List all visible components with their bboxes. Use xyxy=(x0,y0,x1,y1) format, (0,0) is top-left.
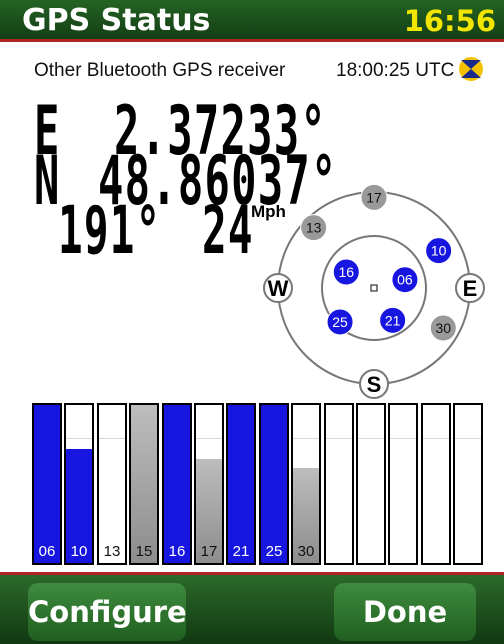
receiver-name: Other Bluetooth GPS receiver xyxy=(34,60,286,81)
signal-reference-line xyxy=(358,438,384,439)
signal-bar-17: 17 xyxy=(194,403,224,565)
page-title: GPS Status xyxy=(22,3,211,38)
bottom-bar: Configure Done xyxy=(0,572,504,644)
signal-bar-label: 06 xyxy=(38,543,56,560)
satellite-label-16: 16 xyxy=(338,264,354,280)
signal-bar-06: 06 xyxy=(32,403,62,565)
signal-fill xyxy=(34,405,60,563)
signal-bar-21: 21 xyxy=(226,403,256,565)
signal-reference-line xyxy=(390,438,416,439)
satellite-label-06: 06 xyxy=(397,272,413,288)
satellite-label-10: 10 xyxy=(431,243,447,259)
title-bar: GPS Status 16:56 xyxy=(0,0,504,42)
heading-value: 191° xyxy=(58,192,162,269)
signal-reference-line xyxy=(293,438,319,439)
signal-bar-empty xyxy=(324,403,354,565)
signal-bar-label: 10 xyxy=(70,543,88,560)
satellite-label-30: 30 xyxy=(435,320,451,336)
signal-reference-line xyxy=(326,438,352,439)
signal-bar-label: 13 xyxy=(103,543,121,560)
signal-fill xyxy=(131,405,157,563)
signal-reference-line xyxy=(455,438,481,439)
signal-bar-empty xyxy=(421,403,451,565)
signal-bar-label: 15 xyxy=(135,543,153,560)
signal-reference-line xyxy=(196,438,222,439)
sky-plot: W E S 17 13 10 16 06 21 25 30 xyxy=(258,166,504,402)
speed-value: 24 xyxy=(202,192,254,269)
sky-plot-svg: W E S 17 13 10 16 06 21 25 30 xyxy=(263,183,485,399)
signal-bar-16: 16 xyxy=(162,403,192,565)
signal-reference-line xyxy=(423,438,449,439)
signal-bar-label: 30 xyxy=(297,543,315,560)
done-button[interactable]: Done xyxy=(334,583,476,641)
satellite-label-13: 13 xyxy=(306,220,322,236)
signal-reference-line xyxy=(99,438,125,439)
signal-fill xyxy=(164,405,190,563)
signal-bar-empty xyxy=(388,403,418,565)
signal-fill xyxy=(228,405,254,563)
signal-bar-label: 17 xyxy=(200,543,218,560)
signal-bar-label: 21 xyxy=(232,543,250,560)
signal-bar-30: 30 xyxy=(291,403,321,565)
sky-center-marker xyxy=(370,284,378,292)
utc-time: 18:00:25 UTC xyxy=(336,60,455,81)
satellite-label-17: 17 xyxy=(366,189,382,205)
signal-strength-bars: 06 10 13 15 16 17 21 25 30 xyxy=(32,403,484,567)
signal-bar-13: 13 xyxy=(97,403,127,565)
compass-label-e: E xyxy=(463,276,478,301)
configure-button[interactable]: Configure xyxy=(28,583,187,641)
signal-fill xyxy=(261,405,287,563)
latitude-direction: N xyxy=(34,142,61,221)
signal-bar-empty xyxy=(356,403,386,565)
satellite-label-25: 25 xyxy=(332,314,348,330)
signal-bar-label: 16 xyxy=(168,543,186,560)
compass-label-w: W xyxy=(268,276,289,301)
compass-label-s: S xyxy=(367,372,382,397)
signal-bar-15: 15 xyxy=(129,403,159,565)
signal-reference-line xyxy=(66,438,92,439)
satellite-label-21: 21 xyxy=(385,312,401,328)
signal-bar-label: 25 xyxy=(265,543,283,560)
gps-fix-icon xyxy=(459,57,483,81)
signal-bar-10: 10 xyxy=(64,403,94,565)
signal-bar-25: 25 xyxy=(259,403,289,565)
signal-bar-empty xyxy=(453,403,483,565)
clock: 16:56 xyxy=(403,4,496,38)
